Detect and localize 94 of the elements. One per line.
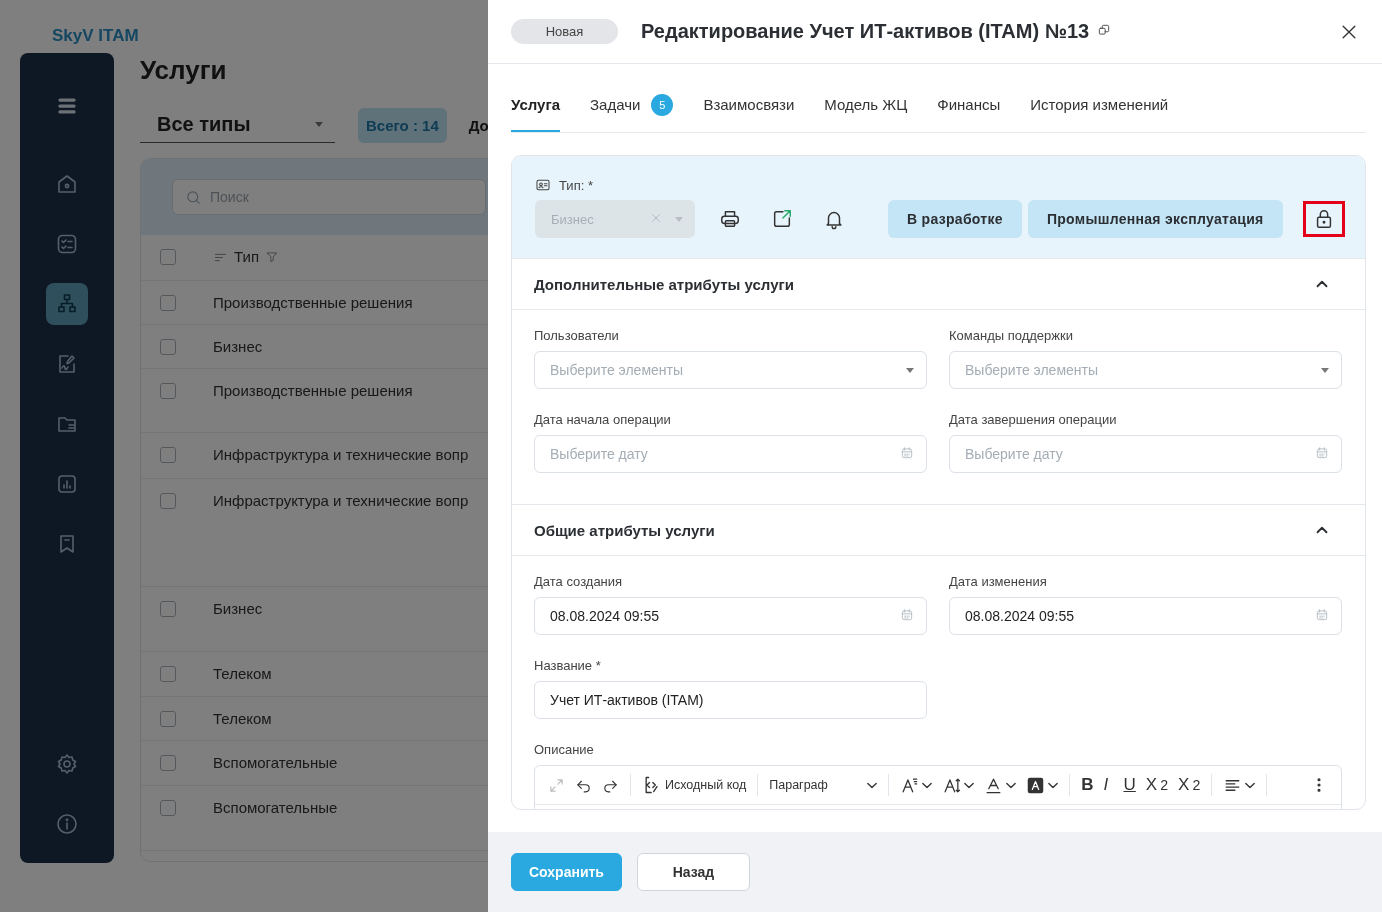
section-title: Общие атрибуты услуги xyxy=(534,521,715,539)
chevron-icon xyxy=(1245,781,1256,789)
id-card-icon xyxy=(535,177,551,193)
table-cell: Вспомогательные xyxy=(213,753,338,773)
field-label: Дата завершения операции xyxy=(949,411,1118,428)
checkbox[interactable] xyxy=(160,383,176,399)
field-value: 08.08.2024 09:55 xyxy=(965,608,1074,624)
tab[interactable]: Финансы xyxy=(937,96,1001,132)
info-icon xyxy=(55,812,79,836)
date-field[interactable]: 08.08.2024 09:55 xyxy=(949,597,1342,635)
caret-icon xyxy=(315,122,323,127)
source-code-button[interactable]: Исходный код xyxy=(637,774,752,796)
column-header[interactable]: Тип xyxy=(234,247,259,267)
format-button[interactable]: B xyxy=(1076,774,1099,796)
checkbox[interactable] xyxy=(160,295,176,311)
format-button[interactable]: I xyxy=(1098,774,1119,796)
tab[interactable]: История изменений xyxy=(1030,96,1169,132)
fullscreen-icon[interactable] xyxy=(548,776,565,794)
lock-button[interactable] xyxy=(1303,201,1345,237)
field-label: Пользователи xyxy=(534,327,620,344)
status-badge: Новая xyxy=(511,19,618,44)
table-cell: Инфраструктура и технические вопр xyxy=(213,491,469,511)
chevron-icon xyxy=(867,781,878,789)
table-cell: Производственные решения xyxy=(213,293,413,313)
caret-icon xyxy=(1321,367,1329,373)
search-icon xyxy=(185,188,202,206)
page-title: Услуги xyxy=(140,55,228,87)
filter-value: Все типы xyxy=(157,113,251,136)
checkbox[interactable] xyxy=(160,493,176,509)
chevron-icon xyxy=(922,781,933,789)
calendar-icon xyxy=(1315,445,1329,460)
checkbox[interactable] xyxy=(160,601,176,617)
external-link-icon[interactable] xyxy=(771,208,793,230)
back-button[interactable]: Назад xyxy=(636,853,750,891)
caret-icon xyxy=(906,367,914,373)
print-icon[interactable] xyxy=(719,208,741,230)
table-cell: Бизнес xyxy=(213,337,263,357)
field-label: Дата изменения xyxy=(949,573,1048,590)
table-cell: Бизнес xyxy=(213,599,263,619)
table-cell: Производственные решения xyxy=(213,381,413,401)
calendar-icon xyxy=(900,607,914,622)
field-value: 08.08.2024 09:55 xyxy=(550,608,659,624)
checkbox[interactable] xyxy=(160,666,176,682)
tab[interactable]: Модель ЖЦ xyxy=(824,96,908,132)
home-icon xyxy=(55,172,79,196)
tab[interactable]: Услуга xyxy=(511,96,560,132)
table-cell: Инфраструктура и технические вопр xyxy=(213,445,469,465)
field-value: Учет ИТ-активов (ITAM) xyxy=(550,692,704,708)
count-badge: 5 xyxy=(651,94,674,116)
field-placeholder: Выберите дату xyxy=(550,446,648,462)
checkbox[interactable] xyxy=(160,447,176,463)
status-button[interactable]: В разработке xyxy=(888,200,1022,238)
checkbox[interactable] xyxy=(160,249,176,265)
input-field[interactable]: Учет ИТ-активов (ITAM) xyxy=(534,681,927,719)
format-button[interactable]: U xyxy=(1118,774,1141,796)
field-label: Тип: * xyxy=(559,177,593,193)
total-badge: Всего : 14 xyxy=(358,107,447,143)
table-cell: Телеком xyxy=(213,709,272,729)
section-title: Дополнительные атрибуты услуги xyxy=(534,275,794,293)
calendar-icon xyxy=(900,445,914,460)
field-label: Команды поддержки xyxy=(949,327,1074,344)
field-placeholder: Выберите дату xyxy=(965,446,1063,462)
table-cell: Телеком xyxy=(213,664,272,684)
calendar-icon xyxy=(1315,607,1329,622)
chevron-icon xyxy=(964,781,975,789)
field-label: Описание xyxy=(534,741,595,758)
checkbox[interactable] xyxy=(160,755,176,771)
type-filter[interactable]: Все типы xyxy=(140,107,335,143)
date-field[interactable]: 08.08.2024 09:55 xyxy=(534,597,927,635)
paragraph-select[interactable]: Параграф xyxy=(764,774,883,796)
toolbar-button[interactable]: До xyxy=(468,116,489,134)
chevron-icon xyxy=(1048,781,1059,789)
status-button[interactable]: Промышленная эксплуатация xyxy=(1027,200,1283,238)
copy-icon[interactable] xyxy=(1097,22,1112,37)
settings-icon xyxy=(55,752,79,776)
sidebar-item[interactable] xyxy=(46,283,88,325)
field-placeholder: Выберите элементы xyxy=(965,362,1098,378)
field-label: Дата начала операции xyxy=(534,411,672,428)
highlight-icon[interactable] xyxy=(1026,775,1046,795)
caret-icon xyxy=(675,216,683,222)
checklist-icon xyxy=(55,232,79,256)
field-label: Дата создания xyxy=(534,573,624,590)
tab[interactable]: Взаимосвязи xyxy=(703,96,795,132)
chart-icon xyxy=(55,472,79,496)
field-label: Название * xyxy=(534,657,602,674)
checkbox[interactable] xyxy=(160,339,176,355)
field-placeholder: Выберите элементы xyxy=(550,362,683,378)
filter-icon xyxy=(265,250,279,264)
checkbox[interactable] xyxy=(160,711,176,727)
table-cell: Вспомогательные xyxy=(213,798,338,818)
chevron-icon xyxy=(1006,781,1017,789)
tab[interactable]: Задачи 5 xyxy=(590,96,674,132)
checkbox[interactable] xyxy=(160,800,176,816)
drawer-title: Редактирование Учет ИТ-активов (ITAM) №13 xyxy=(641,20,1090,43)
